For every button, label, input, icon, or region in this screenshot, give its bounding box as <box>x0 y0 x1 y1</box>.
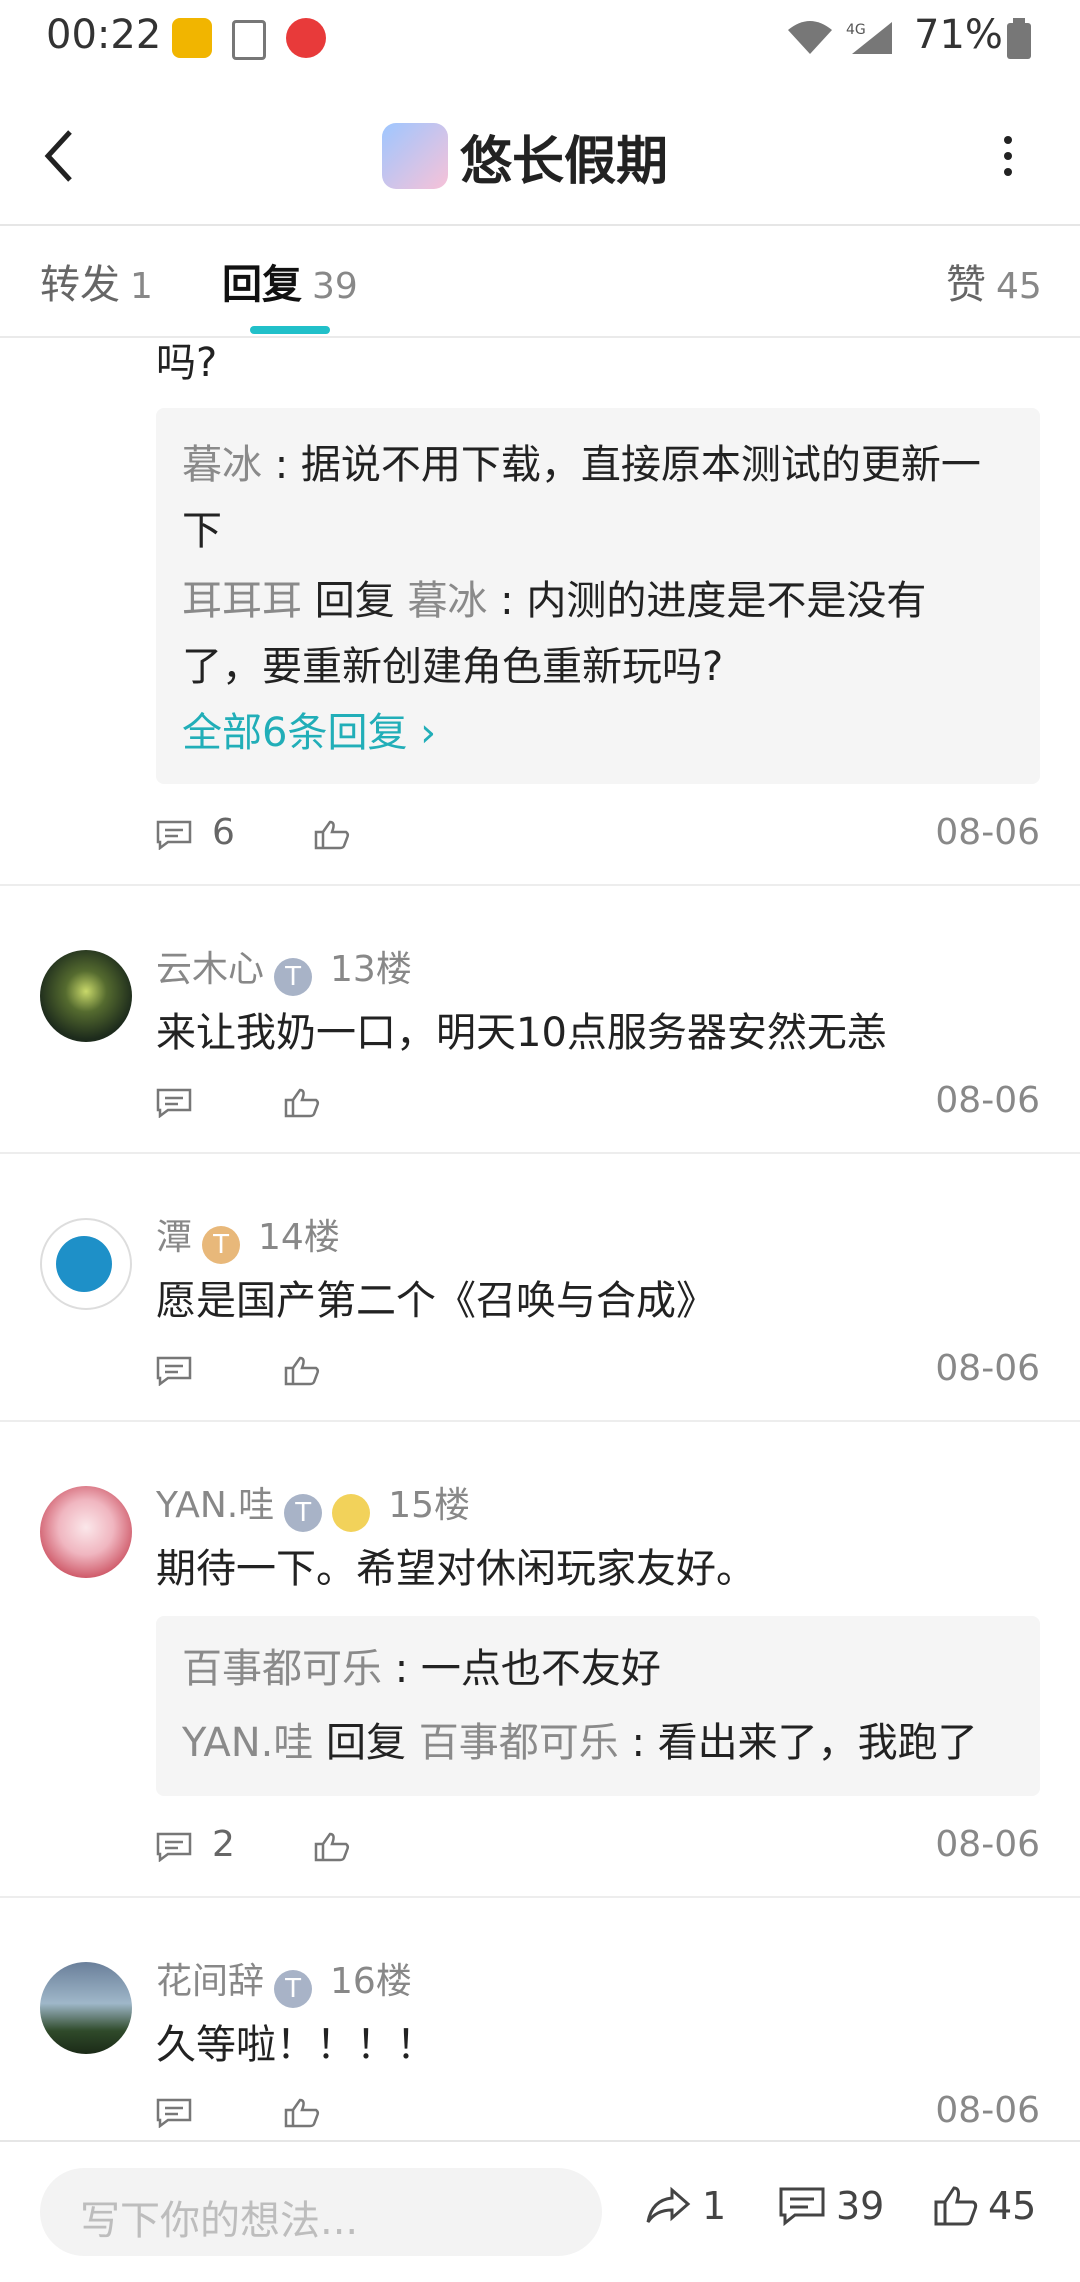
like-total: 45 <box>988 2184 1037 2228</box>
comment-count: 2 <box>212 1824 235 1865</box>
comment-date: 08-06 <box>935 1348 1040 1389</box>
floor-number: 15楼 <box>388 1485 471 1526</box>
floor-number: 13楼 <box>330 949 412 990</box>
comment-actions: 08-06 <box>156 1080 1040 1130</box>
character-badge-icon <box>332 1493 371 1532</box>
comment-text: 期待一下。希望对休闲玩家友好。 <box>156 1546 756 1592</box>
reply-input-placeholder: 写下你的想法... <box>80 2198 359 2244</box>
more-options-icon[interactable] <box>1000 134 1016 178</box>
share-icon <box>646 2186 691 2223</box>
like-icon[interactable] <box>314 1832 350 1862</box>
comment-actions: 2 08-06 <box>156 1824 1040 1874</box>
avatar[interactable] <box>40 1486 132 1578</box>
svg-text:4G: 4G <box>846 22 866 38</box>
comment-partial-text: 吗? <box>156 340 218 386</box>
document-notification-icon <box>232 20 266 60</box>
tab-bar: 转发 1 回复 39 赞 45 <box>0 226 1080 338</box>
comment-icon <box>779 2187 825 2226</box>
top-app-bar: 悠长假期 <box>0 90 1080 226</box>
reply-line-cont: 了，要重新创建角色重新玩吗? <box>182 644 724 690</box>
active-tab-indicator <box>250 326 330 334</box>
username[interactable]: 潭 <box>156 1217 192 1258</box>
avatar[interactable] <box>40 950 132 1042</box>
view-all-replies-link[interactable]: 全部6条回复 › <box>182 700 436 766</box>
battery-icon <box>1007 18 1031 59</box>
app-notification-icon <box>172 18 212 58</box>
comment-actions: 08-06 <box>156 1348 1040 1398</box>
app-avatar <box>382 123 448 189</box>
comment-user-row: 花间辞 T 16楼 <box>156 1952 412 2008</box>
comment-text: 来让我奶一口，明天10点服务器安然无恙 <box>156 1010 887 1056</box>
page-title: 悠长假期 <box>460 131 669 192</box>
divider <box>0 884 1080 886</box>
tab-replies[interactable]: 回复 39 <box>222 252 358 310</box>
share-count: 1 <box>702 2184 727 2228</box>
floor-number: 16楼 <box>330 1961 412 2002</box>
like-button[interactable]: 45 <box>934 2184 1036 2228</box>
reply-line: 暮冰 : 据说不用下载，直接原本测试的更新一 <box>182 442 981 488</box>
comment-icon[interactable] <box>156 1832 192 1862</box>
comment-actions: 08-06 <box>156 2090 1040 2140</box>
comment-user-row: 潭 T 14楼 <box>156 1208 340 1264</box>
like-icon[interactable] <box>284 1356 320 1386</box>
comment-date: 08-06 <box>935 2090 1040 2131</box>
reply-preview-box[interactable]: 暮冰 : 据说不用下载，直接原本测试的更新一 下 耳耳耳 回复 暮冰 : 内测的… <box>156 408 1040 784</box>
share-button[interactable]: 1 <box>644 2184 726 2228</box>
comment-date: 08-06 <box>935 1080 1040 1121</box>
avatar[interactable] <box>40 1218 132 1310</box>
reply-input[interactable]: 写下你的想法... <box>40 2168 602 2256</box>
music-notification-icon <box>286 18 326 58</box>
reply-line: 耳耳耳 回复 暮冰 : 内测的进度是不是没有 <box>182 578 927 624</box>
comment-total: 39 <box>836 2184 885 2228</box>
reply-line: YAN.哇 回复 百事都可乐 : 看出来了，我跑了 <box>182 1720 978 1766</box>
comment-date: 08-06 <box>935 1824 1040 1865</box>
username[interactable]: 云木心 <box>156 949 264 990</box>
level-badge-icon: T <box>284 1493 323 1532</box>
divider <box>0 1152 1080 1154</box>
username[interactable]: YAN.哇 <box>156 1485 274 1526</box>
level-badge-icon: T <box>202 1225 241 1264</box>
comment-button[interactable]: 39 <box>778 2184 884 2228</box>
tab-likes[interactable]: 赞 45 <box>946 252 1042 310</box>
divider <box>0 1896 1080 1898</box>
like-icon[interactable] <box>314 820 350 850</box>
comment-icon[interactable] <box>156 820 192 850</box>
reply-line: 百事都可乐 : 一点也不友好 <box>182 1646 661 1692</box>
comment-icon[interactable] <box>156 1088 192 1118</box>
like-icon[interactable] <box>284 2098 320 2128</box>
battery-percent: 71% <box>914 12 1003 58</box>
back-arrow-icon[interactable] <box>40 126 80 186</box>
level-badge-icon: T <box>274 1969 313 2008</box>
comment-count: 6 <box>212 812 235 853</box>
signal-icon: 4G <box>846 22 892 54</box>
username[interactable]: 花间辞 <box>156 1961 264 2002</box>
reply-line-cont: 下 <box>182 508 222 554</box>
comment-text: 久等啦！！！！ <box>156 2022 436 2068</box>
status-time: 00:22 <box>46 12 162 58</box>
floor-number: 14楼 <box>258 1217 340 1258</box>
level-badge-icon: T <box>274 957 313 996</box>
comment-icon[interactable] <box>156 1356 192 1386</box>
comment-icon[interactable] <box>156 2098 192 2128</box>
bottom-action-bar: 写下你的想法... 1 39 45 <box>0 2140 1080 2282</box>
wifi-icon <box>788 21 832 54</box>
divider <box>0 1420 1080 1422</box>
reply-preview-box[interactable]: 百事都可乐 : 一点也不友好 YAN.哇 回复 百事都可乐 : 看出来了，我跑了 <box>156 1616 1040 1796</box>
status-bar: 00:22 4G 71% <box>0 0 1080 80</box>
comment-text: 愿是国产第二个《召唤与合成》 <box>156 1278 716 1324</box>
like-icon <box>934 2186 978 2226</box>
comment-user-row: YAN.哇 T 15楼 <box>156 1476 471 1532</box>
comment-user-row: 云木心 T 13楼 <box>156 940 412 996</box>
reply-user: 暮冰 <box>182 442 262 488</box>
comment-date: 08-06 <box>935 812 1040 853</box>
comment-actions: 6 08-06 <box>156 812 1040 862</box>
page-title-wrap: 悠长假期 <box>382 120 668 192</box>
like-icon[interactable] <box>284 1088 320 1118</box>
avatar[interactable] <box>40 1962 132 2054</box>
tab-reposts[interactable]: 转发 1 <box>40 252 153 310</box>
